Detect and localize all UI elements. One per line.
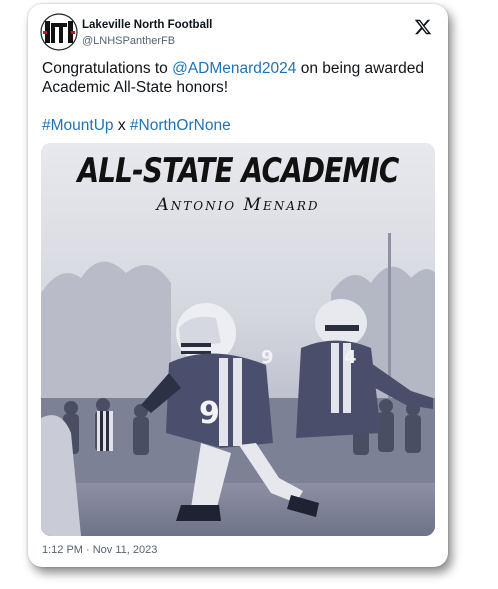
x-logo-icon[interactable]	[414, 18, 432, 36]
svg-text:9: 9	[199, 396, 220, 431]
svg-text:4: 4	[344, 347, 357, 368]
tweet-header: Lakeville North Football @LNHSPantherFB	[40, 13, 440, 53]
team-logo-icon[interactable]	[40, 13, 78, 51]
tweet-media-image[interactable]: 4 9 9 ALL-STATE ACADEMIC Antonio Menard	[41, 143, 435, 536]
hashtag-mountup[interactable]: #MountUp	[42, 117, 114, 134]
account-name[interactable]: Lakeville North Football	[82, 19, 212, 31]
mention-link[interactable]: @ADMenard2024	[172, 60, 296, 77]
account-handle[interactable]: @LNHSPantherFB	[82, 35, 175, 47]
tweet-text: Congratulations to @ADMenard2024 on bein…	[42, 59, 437, 97]
tweet-card: Lakeville North Football @LNHSPantherFB …	[28, 4, 448, 567]
hashtag-separator: x	[113, 117, 130, 134]
graphic-title: ALL-STATE ACADEMIC	[77, 151, 399, 191]
tweet-timestamp[interactable]: 1:12 PM · Nov 11, 2023	[42, 544, 157, 556]
hashtag-northornone[interactable]: #NorthOrNone	[130, 117, 231, 134]
tweet-text-before: Congratulations to	[42, 60, 173, 77]
graphic-player-name: Antonio Menard	[156, 195, 320, 215]
hashtag-line: #MountUp x #NorthOrNone	[42, 116, 231, 135]
svg-text:9: 9	[261, 347, 274, 368]
